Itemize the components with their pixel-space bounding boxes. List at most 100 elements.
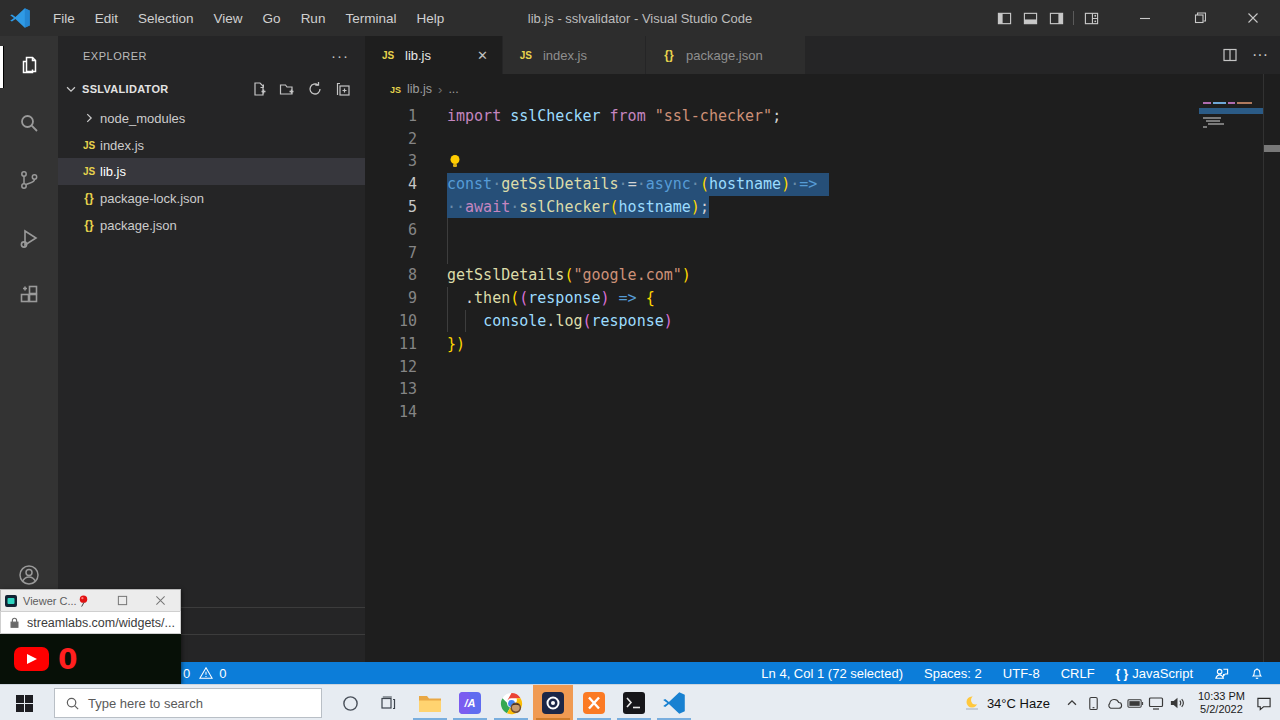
- code-line-11[interactable]: 11}): [365, 332, 1262, 355]
- status-eol[interactable]: CRLF: [1061, 666, 1095, 681]
- tree-item-package-lock.json[interactable]: {}package-lock.json: [58, 185, 365, 212]
- action-center-icon[interactable]: [1253, 696, 1274, 711]
- breadcrumb-more[interactable]: ...: [448, 82, 458, 96]
- toggle-panel-icon[interactable]: [1017, 0, 1043, 36]
- tab-index.js[interactable]: JSindex.js: [503, 36, 646, 74]
- code-line-10[interactable]: 10 console.log(response): [365, 310, 1262, 333]
- new-folder-icon[interactable]: [279, 81, 295, 97]
- code-line-14[interactable]: 14: [365, 401, 1262, 424]
- activity-source-control[interactable]: [0, 156, 58, 204]
- code-line-13[interactable]: 13: [365, 378, 1262, 401]
- line-number: 9: [365, 289, 417, 307]
- refresh-icon[interactable]: [307, 81, 323, 97]
- collapse-all-icon[interactable]: [335, 81, 351, 97]
- weather-widget[interactable]: 34°C Haze: [963, 694, 1050, 712]
- editor-more-icon[interactable]: ···: [1252, 46, 1268, 64]
- taskbar-app-file-explorer[interactable]: [410, 685, 450, 720]
- code-line-7[interactable]: 7: [365, 241, 1262, 264]
- title-bar: FileEditSelectionViewGoRunTerminalHelpli…: [0, 0, 1280, 36]
- breadcrumb[interactable]: JSlib.js›...: [365, 74, 1280, 104]
- task-view-icon[interactable]: [368, 685, 408, 720]
- start-button[interactable]: [0, 685, 48, 720]
- taskbar-app-streamlabs[interactable]: [533, 685, 573, 720]
- feedback-icon[interactable]: [1214, 666, 1229, 681]
- code-line-5[interactable]: 5··await·sslChecker(hostname);: [365, 196, 1262, 219]
- code-line-2[interactable]: 2: [365, 127, 1262, 150]
- menu-terminal[interactable]: Terminal: [335, 11, 406, 26]
- status-language-mode[interactable]: { }JavaScript: [1116, 666, 1193, 681]
- line-number: 2: [365, 130, 417, 148]
- menu-help[interactable]: Help: [406, 11, 454, 26]
- taskbar-clock[interactable]: 10:33 PM5/2/2022: [1198, 690, 1245, 716]
- code-text: .then((response) => {: [447, 289, 655, 307]
- taskbar-app-vscode[interactable]: [654, 685, 694, 720]
- status-right: Ln 4, Col 1 (72 selected) Spaces: 2 UTF-8 C…: [761, 666, 1264, 681]
- menu-go[interactable]: Go: [253, 11, 291, 26]
- code-line-4[interactable]: 4const·getSslDetails·=·async·(hostname)·…: [365, 173, 1262, 196]
- pin-icon[interactable]: [77, 594, 90, 608]
- volume-icon[interactable]: [1167, 696, 1188, 710]
- overlay-title-bar[interactable]: Viewer C...: [0, 589, 181, 611]
- minimize-button[interactable]: [1118, 0, 1172, 36]
- status-label: Ln 4, Col 1 (72 selected): [761, 666, 903, 681]
- split-editor-icon[interactable]: [1222, 47, 1238, 63]
- status-indentation[interactable]: Spaces: 2: [924, 666, 982, 681]
- cortana-icon[interactable]: [330, 685, 370, 720]
- lightbulb-icon[interactable]: [447, 153, 463, 169]
- menu-edit[interactable]: Edit: [85, 11, 128, 26]
- code-line-12[interactable]: 12: [365, 355, 1262, 378]
- taskbar-app-xampp[interactable]: [574, 685, 614, 720]
- tree-item-node_modules[interactable]: node_modules: [58, 105, 365, 132]
- activity-search[interactable]: [0, 99, 58, 147]
- status-cursor-position[interactable]: Ln 4, Col 1 (72 selected): [761, 666, 903, 681]
- tab-package.json[interactable]: {}package.json: [646, 36, 806, 74]
- search-icon: [65, 696, 80, 711]
- network-icon[interactable]: [1146, 696, 1167, 710]
- taskbar-app-app-a[interactable]: /A: [450, 685, 490, 720]
- code-line-3[interactable]: 3: [365, 150, 1262, 173]
- battery-icon[interactable]: [1125, 698, 1146, 709]
- taskbar-app-terminal[interactable]: [614, 685, 654, 720]
- explorer-more-icon[interactable]: ···: [331, 47, 349, 64]
- phone-icon[interactable]: [1083, 696, 1104, 711]
- breadcrumb-file[interactable]: lib.js: [407, 82, 432, 96]
- activity-run-debug[interactable]: [0, 214, 58, 262]
- tray-expand-icon[interactable]: [1062, 696, 1083, 710]
- tree-item-index.js[interactable]: JSindex.js: [58, 132, 365, 159]
- overlay-address-bar[interactable]: streamlabs.com/widgets/...: [0, 611, 181, 634]
- close-button[interactable]: [1226, 0, 1280, 36]
- close-tab-icon[interactable]: ✕: [477, 48, 488, 63]
- status-encoding[interactable]: UTF-8: [1003, 666, 1040, 681]
- bell-icon[interactable]: [1250, 666, 1264, 680]
- menu-view[interactable]: View: [204, 11, 253, 26]
- code-line-6[interactable]: 6: [365, 218, 1262, 241]
- overlay-maximize-icon[interactable]: [117, 595, 128, 606]
- activity-explorer[interactable]: [0, 41, 58, 89]
- json-file-icon: {}: [658, 48, 680, 62]
- overlay-close-icon[interactable]: [155, 595, 166, 606]
- tab-lib.js[interactable]: JSlib.js✕: [365, 36, 503, 74]
- toggle-secondary-sidebar-icon[interactable]: [1043, 0, 1069, 36]
- taskbar-search[interactable]: Type here to search: [54, 688, 322, 718]
- screen: FileEditSelectionViewGoRunTerminalHelp li…: [0, 0, 1280, 720]
- tree-item-package.json[interactable]: {}package.json: [58, 212, 365, 239]
- menu-file[interactable]: File: [43, 11, 85, 26]
- menu-run[interactable]: Run: [291, 11, 336, 26]
- tree-item-lib.js[interactable]: JSlib.js: [58, 158, 365, 185]
- sidebar-explorer: EXPLORER···SSLVALIDATOR node_modulesJSind…: [58, 36, 365, 662]
- new-file-icon[interactable]: [251, 81, 267, 97]
- explorer-header: EXPLORER···: [58, 36, 365, 75]
- scrollbar-thumb[interactable]: [1264, 145, 1280, 152]
- menu-selection[interactable]: Selection: [128, 11, 204, 26]
- maximize-button[interactable]: [1172, 0, 1226, 36]
- viewer-count-window[interactable]: Viewer C...streamlabs.com/widgets/...0: [0, 589, 181, 684]
- toggle-sidebar-icon[interactable]: [991, 0, 1017, 36]
- code-line-9[interactable]: 9 .then((response) => {: [365, 287, 1262, 310]
- activity-extensions[interactable]: [0, 271, 58, 319]
- code-line-8[interactable]: 8getSslDetails("google.com"): [365, 264, 1262, 287]
- section-sslvalidator[interactable]: SSLVALIDATOR: [58, 76, 365, 102]
- code-line-1[interactable]: 1import sslChecker from "ssl-checker";: [365, 105, 1262, 128]
- taskbar-app-chrome[interactable]: [491, 685, 531, 720]
- onedrive-icon[interactable]: [1104, 697, 1125, 710]
- customize-layout-icon[interactable]: [1078, 0, 1104, 36]
